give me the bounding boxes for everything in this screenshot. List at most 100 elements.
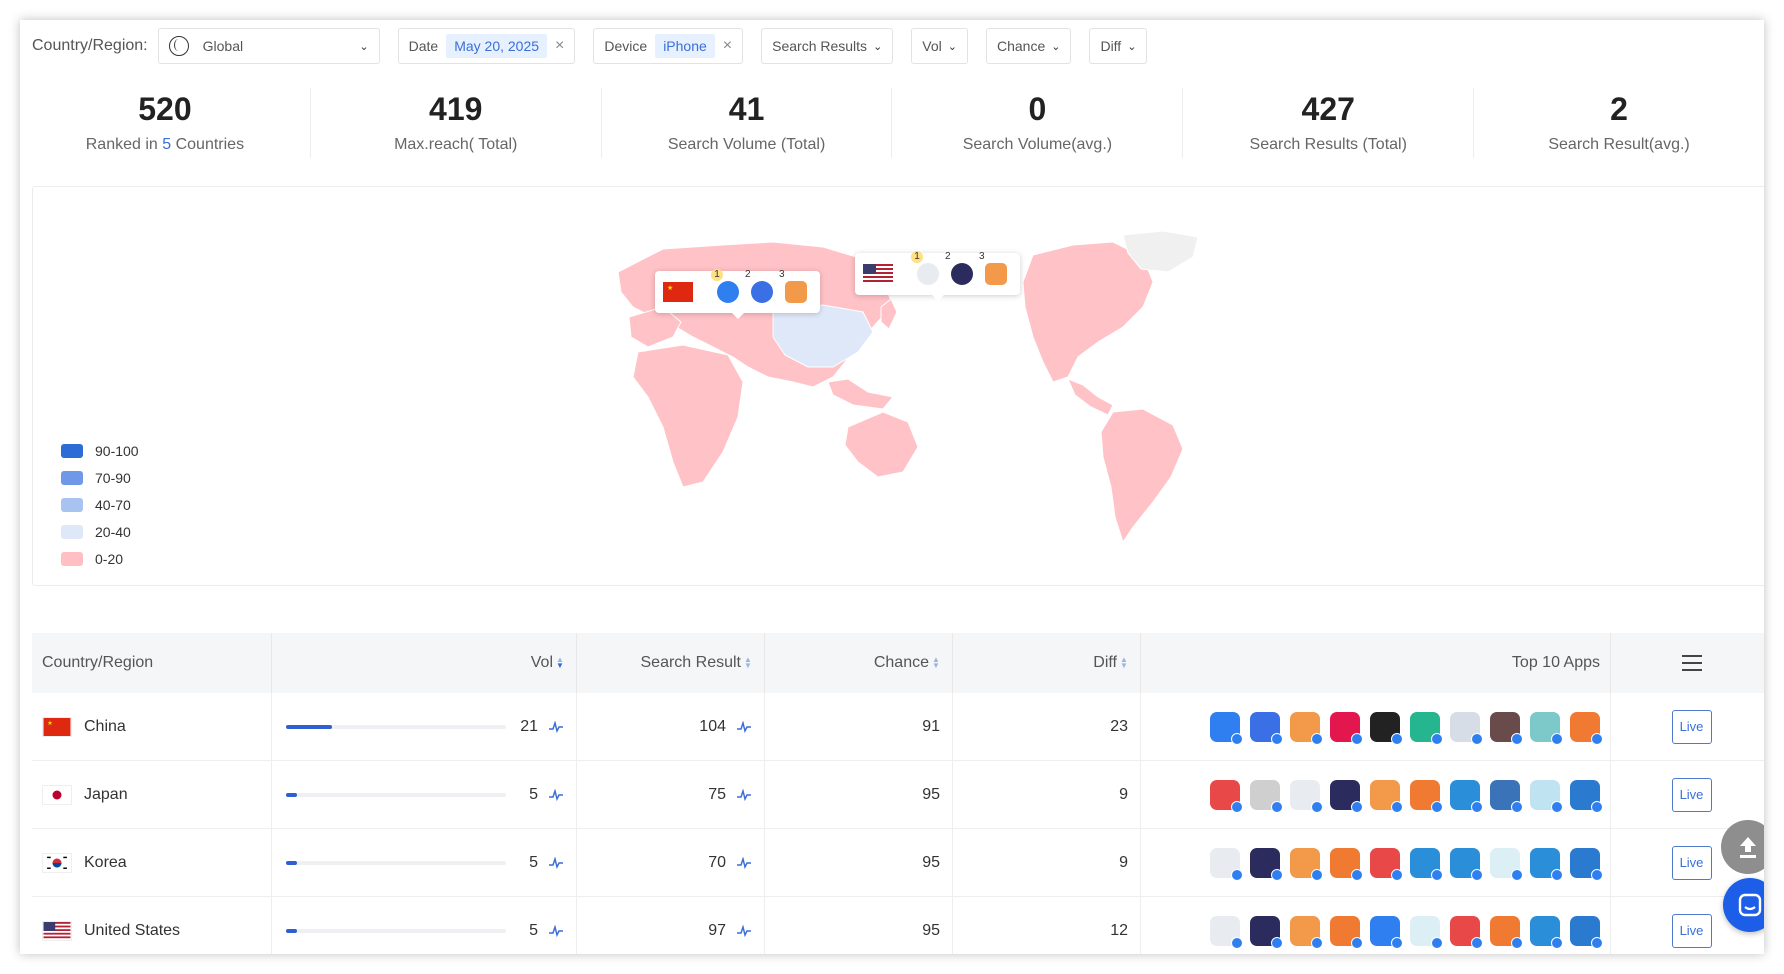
app-icon[interactable] [1250,779,1283,813]
app-icon[interactable] [1250,915,1283,949]
sort-icon[interactable]: ▲ ▼ [556,656,564,670]
diff-filter[interactable]: Diff ⌄ [1089,28,1148,64]
trend-icon[interactable] [736,788,752,801]
live-button[interactable]: Live [1671,777,1712,812]
app-icon[interactable] [1410,779,1443,813]
live-button[interactable]: Live [1671,709,1712,744]
app-store-icon [1271,800,1283,813]
app-icon[interactable] [1410,847,1443,881]
trend-icon[interactable] [548,788,564,801]
live-button[interactable]: Live [1671,913,1712,948]
app-icon[interactable] [1290,711,1323,745]
app-icon[interactable] [1490,915,1523,949]
app-icon[interactable] [1370,779,1403,813]
app-icon[interactable] [1370,915,1403,949]
app-icon[interactable] [1570,847,1603,881]
trend-icon[interactable] [736,720,752,733]
app-icon[interactable] [1210,779,1243,813]
trend-icon[interactable] [548,856,564,869]
app-icon[interactable] [1250,847,1283,881]
app-icon[interactable] [1290,847,1323,881]
live-button[interactable]: Live [1671,845,1712,880]
column-settings[interactable] [1611,633,1764,693]
app-icon[interactable] [1450,915,1483,949]
rank-app-icon[interactable]: 3 [779,269,807,303]
app-icon[interactable] [1450,847,1483,881]
search-results-filter[interactable]: Search Results ⌄ [761,28,894,64]
app-icon[interactable] [1330,779,1363,813]
col-header-diff[interactable]: Diff ▲ ▼ [953,633,1141,693]
rank-app-icon[interactable]: 2 [745,269,773,303]
chance-filter[interactable]: Chance ⌄ [985,28,1072,64]
stat-search-results-total: 427 Search Results (Total) [1183,88,1475,158]
app-icon[interactable] [1570,711,1603,745]
app-icon[interactable] [1530,847,1563,881]
app-icon[interactable] [1330,847,1363,881]
trend-icon[interactable] [548,924,564,937]
top-apps-list [1200,779,1603,813]
col-header-chance[interactable]: Chance ▲ ▼ [765,633,953,693]
app-icon[interactable] [1370,711,1403,745]
app-icon[interactable] [1410,915,1443,949]
app-icon[interactable] [1490,779,1523,813]
legend-label: 90-100 [95,442,139,459]
app-icon[interactable] [1250,711,1283,745]
col-header-search-result[interactable]: Search Result ▲ ▼ [577,633,765,693]
app-icon[interactable] [1530,779,1563,813]
app-icon[interactable] [1450,711,1483,745]
col-header-vol[interactable]: Vol ▲ ▼ [272,633,577,693]
app-icon[interactable] [1570,915,1603,949]
app-icon[interactable] [1330,711,1363,745]
map-region-southeast-asia [827,378,894,410]
device-filter[interactable]: Device iPhone × [593,28,744,64]
col-header-label: Vol [530,654,553,671]
stat-label: Max.reach( Total) [394,136,518,153]
app-icon[interactable] [1210,847,1243,881]
legend-label: 40-70 [95,496,131,513]
app-icon[interactable] [1210,915,1243,949]
app-icon[interactable] [1370,847,1403,881]
app-icon[interactable] [1490,711,1523,745]
search-result-value: 97 [708,921,726,939]
app-icon[interactable] [1490,847,1523,881]
app-icon[interactable] [1450,779,1483,813]
svg-text:★: ★ [667,284,673,292]
close-icon[interactable]: × [723,37,732,55]
app-icon[interactable] [1530,711,1563,745]
sort-icon[interactable]: ▲ ▼ [1120,656,1128,670]
country-cell[interactable]: United States [32,897,272,954]
countries-count-link[interactable]: 5 [162,136,171,153]
date-filter[interactable]: Date May 20, 2025 × [397,28,576,64]
app-icon[interactable] [1290,779,1323,813]
country-cell[interactable]: Japan [32,761,272,828]
close-icon[interactable]: × [555,37,564,55]
app-icon[interactable] [1290,915,1323,949]
app-icon[interactable] [1330,915,1363,949]
world-map[interactable] [33,187,1764,587]
top-apps-cell [1141,693,1611,760]
app-icon[interactable] [1410,711,1443,745]
country-cell[interactable]: ★ China [32,693,272,760]
country-cell[interactable]: Korea [32,829,272,896]
country-select[interactable]: Global ⌄ [157,28,380,64]
sort-icon[interactable]: ▲ ▼ [932,656,940,670]
trend-icon[interactable] [548,720,564,733]
map-popup-united-states[interactable]: 1 2 3 [855,251,1020,301]
rank-app-icon[interactable]: 1 [711,269,739,303]
app-icon[interactable] [1530,915,1563,949]
rank-app-icon[interactable]: 1 [911,251,939,285]
map-popup-china[interactable]: ★ 1 2 3 [655,269,820,319]
vol-filter[interactable]: Vol ⌄ [911,28,968,64]
sort-icon[interactable]: ▲ ▼ [744,656,752,670]
trend-icon[interactable] [736,856,752,869]
trend-icon[interactable] [736,924,752,937]
app-store-icon [1511,868,1523,881]
menu-icon[interactable] [1681,655,1702,671]
app-icon[interactable] [1570,779,1603,813]
app-icon[interactable] [1210,711,1243,745]
chevron-down-icon: ⌄ [873,40,883,53]
rank-app-icon[interactable]: 2 [945,251,973,285]
vol-value: 5 [529,853,538,871]
stat-search-result-avg: 2 Search Result(avg.) [1474,88,1764,158]
rank-app-icon[interactable]: 3 [979,251,1007,285]
